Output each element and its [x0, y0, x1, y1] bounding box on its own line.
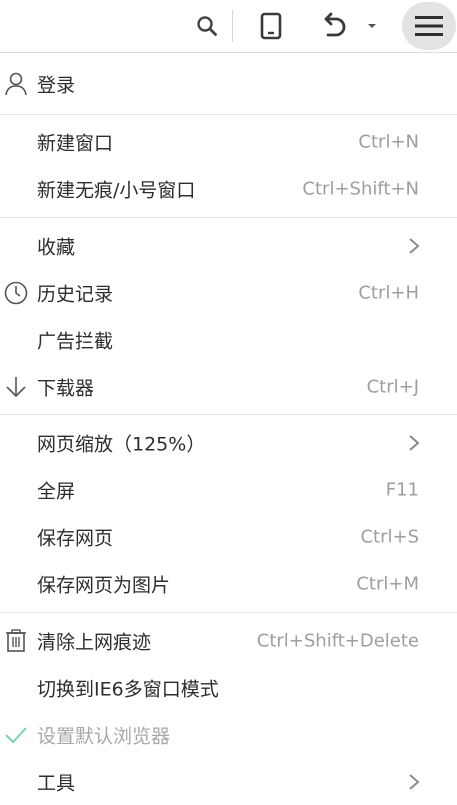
menu-item-login[interactable]: 登录 [0, 60, 457, 107]
menu-item-shortcut: Ctrl+Shift+Delete [256, 630, 419, 651]
menu-item-save-as-image[interactable]: 保存网页为图片 Ctrl+M [0, 560, 457, 607]
undo-icon [324, 12, 346, 37]
trash-icon [6, 628, 26, 652]
mobile-device-icon [260, 12, 282, 40]
clock-icon [4, 281, 28, 304]
menu-item-label: 历史记录 [37, 283, 114, 305]
menu-item-adblock[interactable]: 广告拦截 [0, 316, 457, 363]
menu-separator [0, 612, 457, 613]
download-arrow-icon [6, 376, 26, 397]
menu-item-shortcut: Ctrl+H [358, 282, 419, 303]
menu-item-set-default-browser: 设置默认浏览器 [0, 711, 457, 758]
menu-item-label: 全屏 [37, 480, 76, 502]
menu-separator [0, 217, 457, 218]
chevron-right-icon [409, 434, 420, 451]
menu-item-ie6-mode[interactable]: 切换到IE6多窗口模式 [0, 664, 457, 711]
chevron-right-icon [409, 773, 420, 790]
menu-item-shortcut: Ctrl+J [366, 376, 419, 397]
menu-item-label: 网页缩放（125%） [37, 433, 206, 455]
undo-dropdown-button[interactable] [362, 14, 382, 38]
menu-separator [0, 414, 457, 415]
main-menu-button[interactable] [402, 2, 456, 50]
menu-item-save-page[interactable]: 保存网页 Ctrl+S [0, 513, 457, 560]
browser-toolbar [0, 0, 457, 52]
menu-item-label: 工具 [37, 772, 76, 794]
menu-item-label: 收藏 [37, 236, 76, 258]
menu-item-shortcut: F11 [385, 479, 419, 500]
toolbar-separator [232, 10, 233, 42]
hamburger-menu-icon [415, 16, 443, 36]
menu-item-new-private-window[interactable]: 新建无痕/小号窗口 Ctrl+Shift+N [0, 165, 457, 212]
menu-item-label: 切换到IE6多窗口模式 [37, 678, 219, 700]
menu-item-label: 保存网页 [37, 527, 114, 549]
search-button[interactable] [190, 8, 224, 44]
search-icon [197, 16, 217, 36]
menu-item-shortcut: Ctrl+Shift+N [302, 178, 419, 199]
menu-item-zoom[interactable]: 网页缩放（125%） [0, 419, 457, 466]
menu-item-shortcut: Ctrl+S [360, 526, 419, 547]
menu-item-label: 登录 [37, 74, 76, 96]
menu-item-new-window[interactable]: 新建窗口 Ctrl+N [0, 118, 457, 165]
menu-item-label: 广告拦截 [37, 330, 114, 352]
menu-item-favorites[interactable]: 收藏 [0, 222, 457, 269]
menu-item-shortcut: Ctrl+M [356, 573, 419, 594]
menu-item-shortcut: Ctrl+N [358, 131, 419, 152]
menu-item-clear-traces[interactable]: 清除上网痕迹 Ctrl+Shift+Delete [0, 617, 457, 664]
menu-item-label: 清除上网痕迹 [37, 631, 152, 653]
dropdown-caret-icon [368, 24, 376, 28]
menu-item-label: 下载器 [37, 377, 95, 399]
user-icon [5, 72, 27, 95]
mobile-view-button[interactable] [254, 8, 288, 44]
menu-item-label: 保存网页为图片 [37, 574, 171, 596]
menu-item-label: 新建窗口 [37, 132, 114, 154]
menu-item-label: 新建无痕/小号窗口 [37, 179, 196, 201]
menu-item-label: 设置默认浏览器 [37, 725, 171, 747]
menu-item-tools[interactable]: 工具 [0, 758, 457, 805]
main-menu: 登录 新建窗口 Ctrl+N 新建无痕/小号窗口 Ctrl+Shift+N 收藏… [0, 52, 457, 802]
menu-item-downloads[interactable]: 下载器 Ctrl+J [0, 363, 457, 410]
menu-separator [0, 114, 457, 115]
chevron-right-icon [409, 237, 420, 254]
undo-button[interactable] [314, 8, 354, 44]
checkmark-icon [5, 726, 27, 743]
menu-item-history[interactable]: 历史记录 Ctrl+H [0, 269, 457, 316]
menu-item-fullscreen[interactable]: 全屏 F11 [0, 466, 457, 513]
